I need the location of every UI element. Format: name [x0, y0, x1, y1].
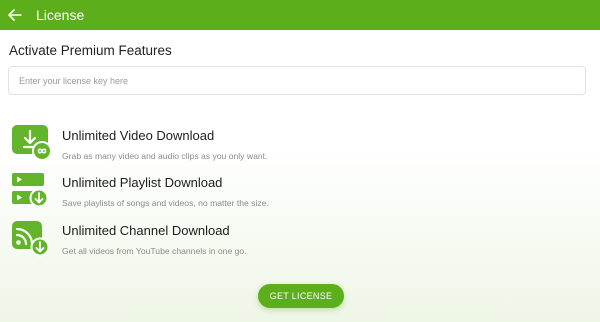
channel-download-icon [10, 219, 56, 259]
feature-text: Unlimited Video Download Grab as many vi… [62, 124, 267, 164]
license-key-input[interactable] [8, 66, 586, 95]
feature-text: Unlimited Playlist Download Save playlis… [62, 171, 269, 211]
playlist-download-icon [10, 171, 56, 211]
feature-text: Unlimited Channel Download Get all video… [62, 219, 247, 259]
feature-title: Unlimited Channel Download [62, 223, 230, 238]
back-button[interactable] [2, 0, 28, 30]
video-download-infinity-icon [10, 124, 56, 164]
feature-video-download: Unlimited Video Download Grab as many vi… [10, 124, 267, 164]
app-bar: License [0, 0, 600, 30]
feature-description: Save playlists of songs and videos, no m… [62, 198, 269, 208]
feature-title: Unlimited Video Download [62, 128, 215, 143]
feature-description: Grab as many video and audio clips as yo… [62, 151, 268, 161]
feature-description: Get all videos from YouTube channels in … [62, 246, 247, 256]
arrow-left-icon [8, 9, 22, 21]
feature-playlist-download: Unlimited Playlist Download Save playlis… [10, 171, 269, 211]
feature-channel-download: Unlimited Channel Download Get all video… [10, 219, 247, 259]
get-license-button[interactable]: GET LICENSE [258, 284, 344, 308]
activate-section-title: Activate Premium Features [9, 43, 172, 58]
page-title: License [36, 7, 85, 23]
feature-title: Unlimited Playlist Download [62, 175, 223, 190]
